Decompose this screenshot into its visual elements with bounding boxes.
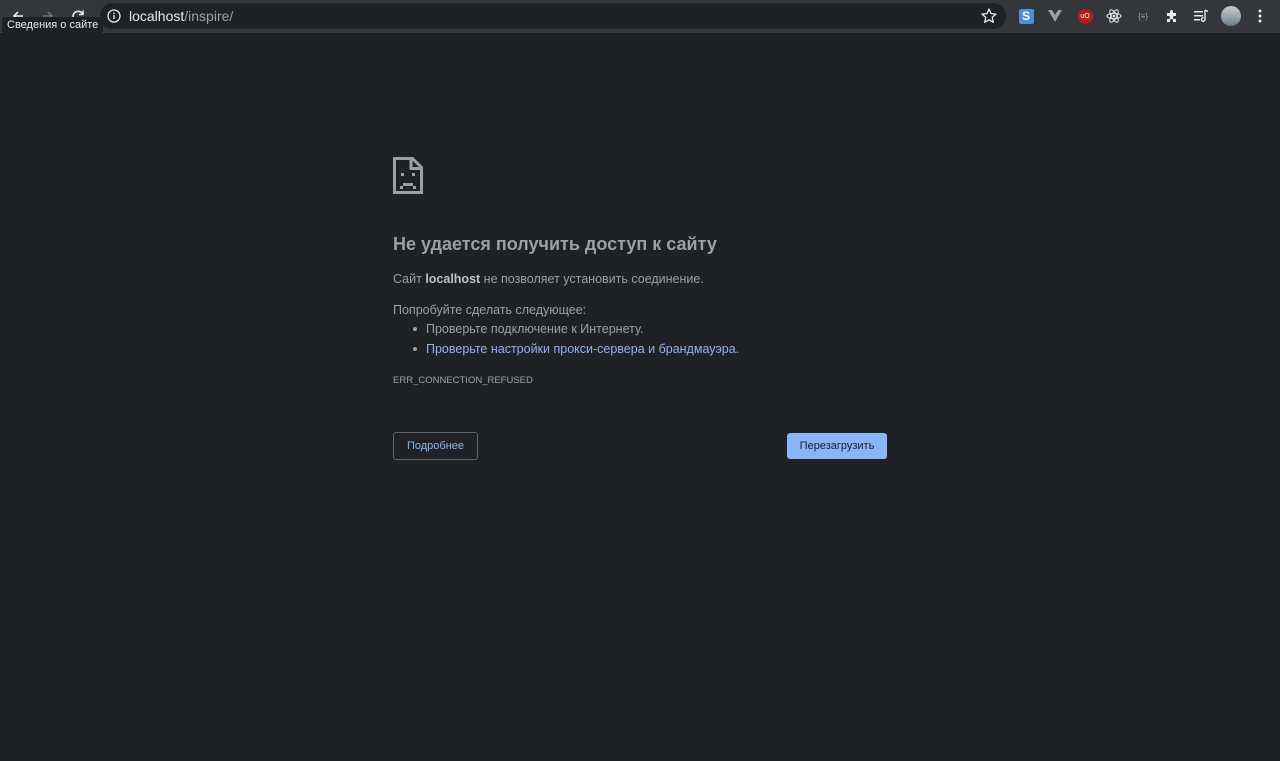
- suggestions-heading: Попробуйте сделать следующее:: [393, 303, 587, 317]
- browser-toolbar: localhost/inspire/ Сведения о сайте S uO…: [0, 0, 1280, 33]
- proxy-firewall-link[interactable]: Проверьте настройки прокси-сервера и бра…: [426, 342, 736, 356]
- react-devtools-icon[interactable]: [1104, 6, 1124, 26]
- reading-list-icon[interactable]: [1191, 6, 1211, 26]
- vue-devtools-icon[interactable]: [1045, 6, 1065, 26]
- toolbar-divider: [0, 32, 1280, 33]
- error-title: Не удается получить доступ к сайту: [393, 234, 717, 254]
- browser-menu-icon[interactable]: [1250, 6, 1270, 26]
- avatar-image: [1221, 6, 1241, 26]
- json-viewer-icon[interactable]: {≡}: [1133, 6, 1153, 26]
- error-desc-prefix: Сайт: [393, 272, 426, 286]
- details-button[interactable]: Подробнее: [393, 432, 478, 460]
- error-desc-host: localhost: [425, 272, 481, 286]
- url-host: localhost: [129, 8, 185, 24]
- url-text[interactable]: localhost/inspire/: [129, 8, 233, 24]
- extensions-puzzle-icon[interactable]: [1162, 6, 1182, 26]
- bookmark-star-icon[interactable]: [980, 7, 998, 25]
- profile-avatar[interactable]: [1220, 5, 1242, 27]
- ublock-label: uO: [1077, 8, 1093, 24]
- suggestion-text: Проверьте подключение к Интернету.: [426, 322, 644, 336]
- json-viewer-label: {≡}: [1137, 11, 1148, 21]
- error-description: Сайт localhost не позволяет установить с…: [393, 272, 704, 286]
- suggestion-check-proxy: Проверьте настройки прокси-сервера и бра…: [393, 341, 739, 361]
- address-bar[interactable]: localhost/inspire/: [100, 3, 1006, 29]
- site-info-tooltip: Сведения о сайте: [2, 17, 104, 33]
- ublock-origin-icon[interactable]: uO: [1075, 6, 1095, 26]
- reload-button[interactable]: Перезагрузить: [787, 433, 887, 459]
- site-info-icon[interactable]: [107, 9, 121, 23]
- url-path: /inspire/: [184, 8, 234, 24]
- error-code: ERR_CONNECTION_REFUSED: [393, 375, 533, 386]
- suggestion-trail: .: [735, 342, 740, 356]
- s-extension-label: S: [1018, 8, 1034, 24]
- error-desc-suffix: не позволяет установить соединение.: [480, 272, 704, 286]
- s-extension-icon[interactable]: S: [1016, 6, 1036, 26]
- suggestions-list: Проверьте подключение к Интернету. Прове…: [393, 321, 739, 361]
- suggestion-check-connection: Проверьте подключение к Интернету.: [393, 321, 739, 341]
- sad-page-icon: [393, 157, 423, 194]
